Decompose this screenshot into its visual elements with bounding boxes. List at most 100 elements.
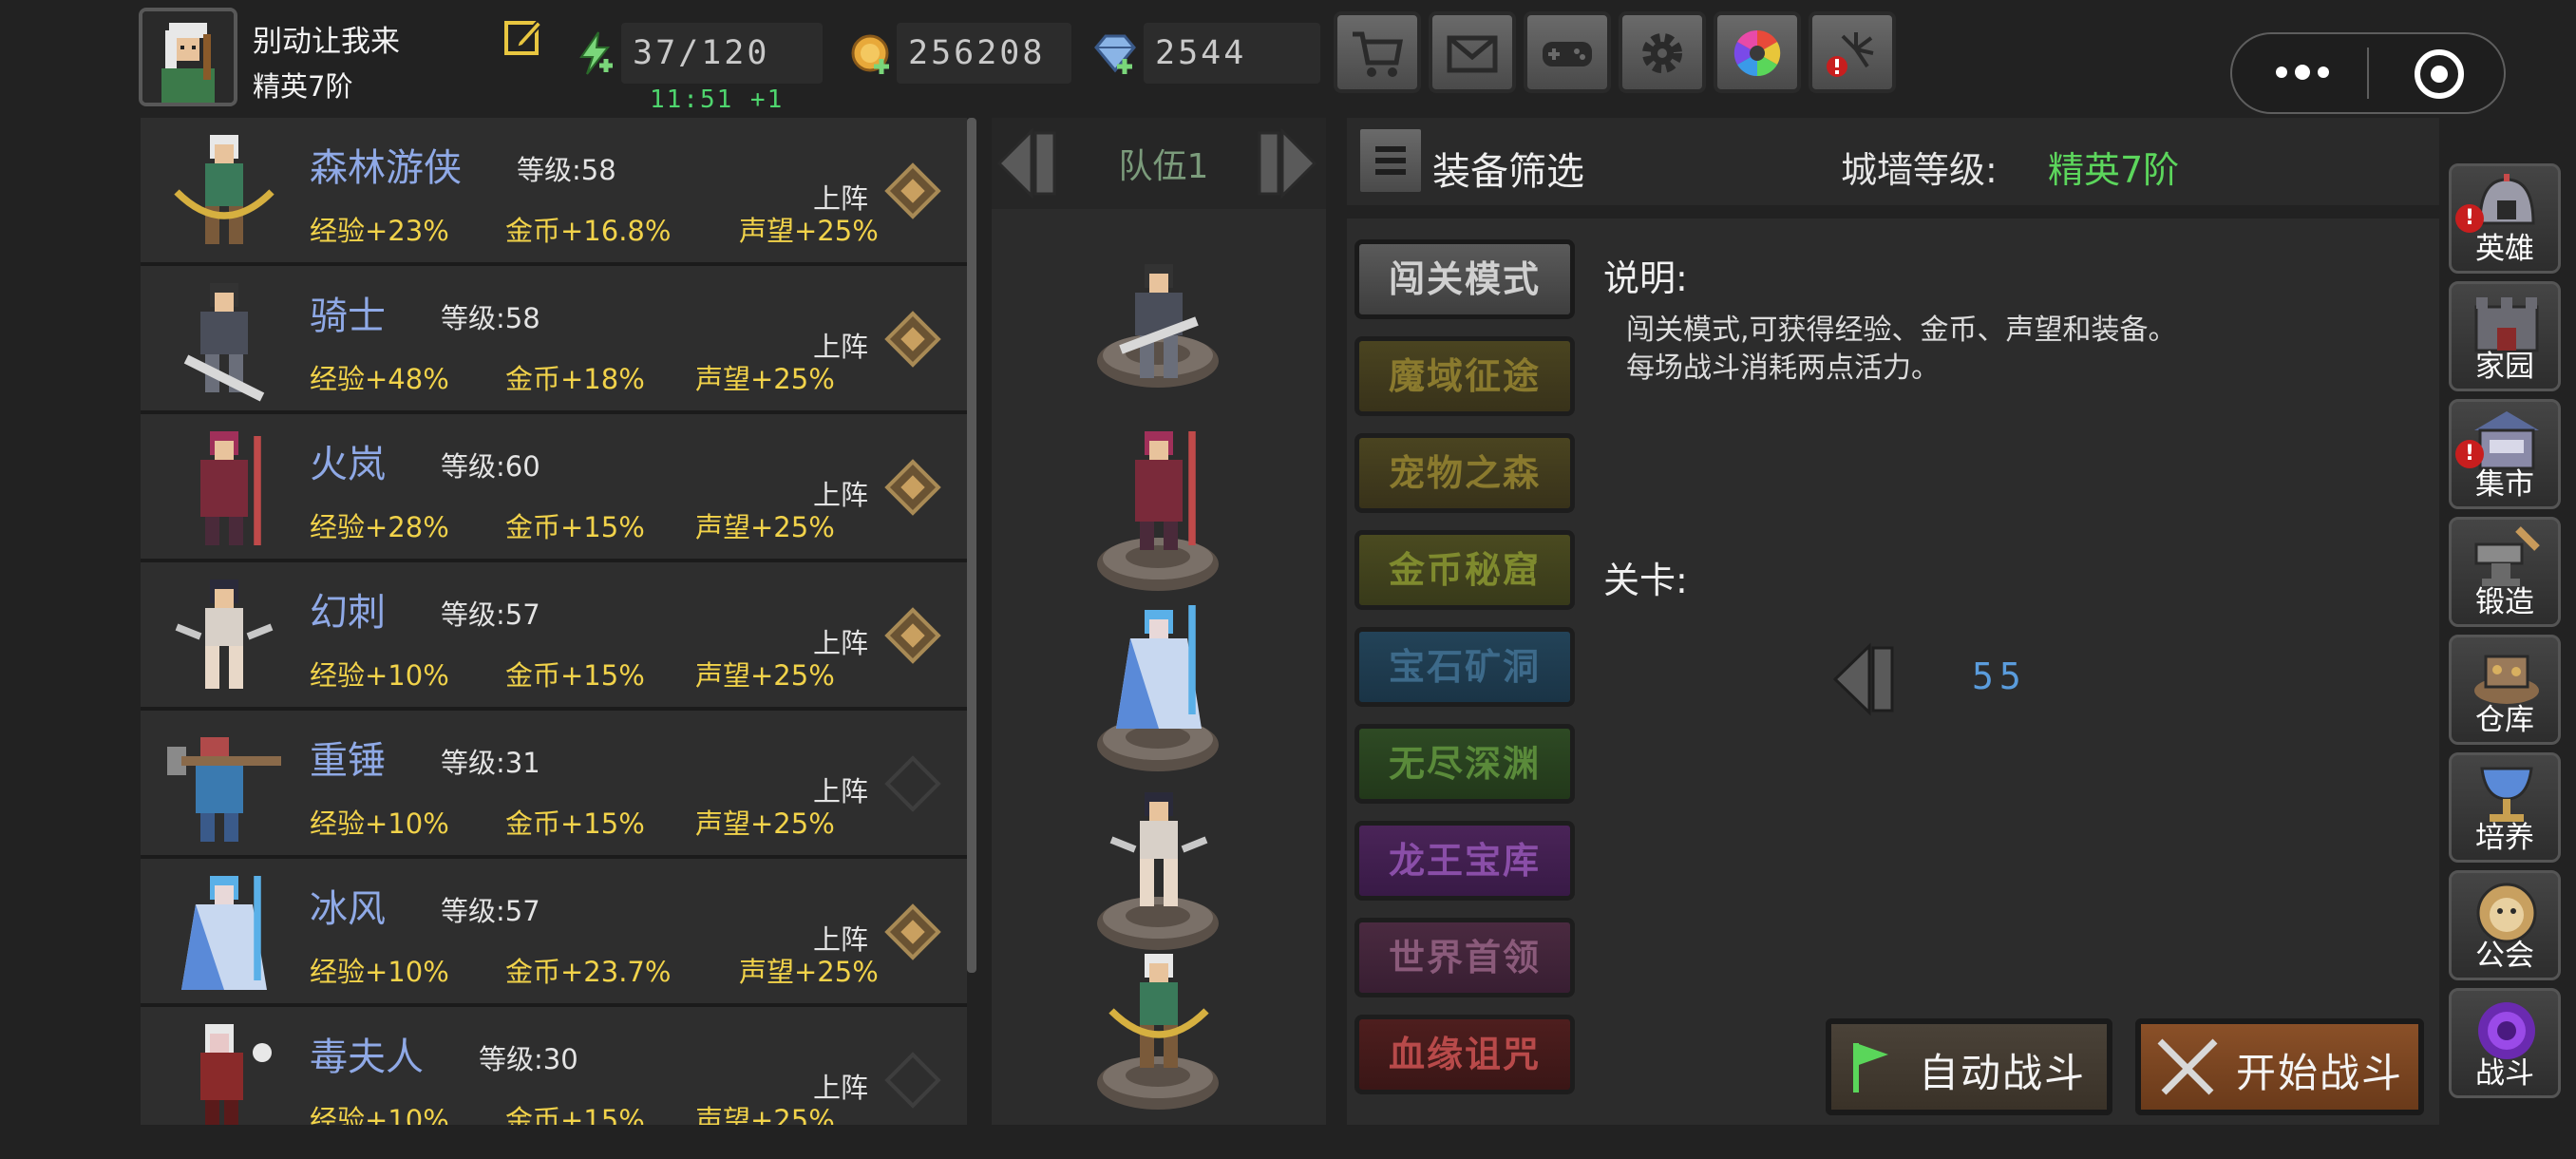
mode-button-stage[interactable]: 闯关模式	[1354, 239, 1575, 319]
more-icon[interactable]	[2270, 63, 2337, 82]
edit-name-icon[interactable]	[503, 17, 543, 57]
hero-row[interactable]: 森林游侠 等级:58 经验+23% 金币+16.8% 声望+25% 上阵	[141, 118, 967, 262]
prev-stage-arrow-icon[interactable]	[1829, 636, 1902, 722]
sidebar-item-home[interactable]: 家园	[2449, 281, 2561, 391]
fireworks-icon	[1827, 32, 1874, 77]
hero-sprite	[174, 135, 275, 244]
deploy-toggle[interactable]	[884, 459, 941, 516]
hero-gold-bonus: 金币+16.8%	[505, 215, 672, 247]
sidebar-item-market[interactable]: ! 集市	[2449, 399, 2561, 509]
hero-name: 重锤	[310, 739, 386, 783]
mode-button-pet-forest[interactable]: 宠物之森	[1354, 433, 1575, 513]
hero-deploy-label: 上阵	[813, 479, 869, 511]
hero-exp-bonus: 经验+23%	[310, 215, 449, 247]
hero-level: 等级:31	[441, 747, 540, 779]
hero-deploy-label: 上阵	[813, 1072, 869, 1104]
mail-button[interactable]	[1429, 11, 1516, 93]
gamepad-button[interactable]	[1524, 11, 1611, 93]
hero-sprite	[167, 737, 281, 842]
events-button[interactable]	[1809, 11, 1896, 93]
crossed-swords-icon	[2157, 1038, 2218, 1095]
next-team-arrow-icon[interactable]	[1250, 124, 1320, 203]
capsule-divider	[2367, 48, 2369, 99]
mail-icon	[1447, 35, 1498, 73]
hero-row[interactable]: 骑士 等级:58 经验+48% 金币+18% 声望+25% 上阵	[141, 266, 967, 410]
hero-name: 森林游侠	[310, 146, 462, 190]
sidebar-item-heroes[interactable]: ! 英雄	[2449, 163, 2561, 274]
hero-sprite	[175, 580, 274, 689]
team-name: 队伍1	[1118, 147, 1209, 186]
deploy-toggle[interactable]	[884, 311, 941, 368]
hero-name: 骑士	[310, 294, 386, 338]
cart-icon	[1353, 31, 1403, 77]
hero-deploy-label: 上阵	[813, 775, 869, 808]
hero-row[interactable]: 冰风 等级:57 经验+10% 金币+23.7% 声望+25% 上阵	[141, 859, 967, 1003]
hero-row[interactable]: 毒夫人 等级:30 经验+10% 金币+15% 声望+25% 上阵	[141, 1007, 967, 1125]
auto-battle-button[interactable]: 自动战斗	[1826, 1018, 2112, 1115]
hero-name: 冰风	[310, 887, 386, 931]
settings-button[interactable]	[1619, 11, 1706, 93]
sidebar-item-warehouse[interactable]: 仓库	[2449, 635, 2561, 745]
shop-button[interactable]	[1334, 11, 1421, 93]
sidebar-label: 培养	[2475, 821, 2534, 855]
equipment-filter-label[interactable]: 装备筛选	[1432, 141, 1584, 196]
hero-level: 等级:57	[441, 895, 540, 927]
mode-button-gold-cave[interactable]: 金币秘窟	[1354, 530, 1575, 610]
hero-exp-bonus: 经验+10%	[310, 1104, 449, 1125]
hero-deploy-label: 上阵	[813, 923, 869, 956]
hero-row[interactable]: 重锤 等级:31 经验+10% 金币+15% 声望+25% 上阵	[141, 711, 967, 855]
hero-level: 等级:30	[479, 1043, 578, 1075]
knight-sprite	[1119, 264, 1199, 378]
gold-coin-icon	[849, 30, 895, 76]
wall-level-label: 城墙等级:	[1841, 149, 1998, 191]
hero-deploy-label: 上阵	[813, 331, 869, 363]
hero-list-scrollbar[interactable]	[967, 118, 976, 973]
sidebar-item-battle[interactable]: 战斗	[2449, 988, 2561, 1098]
hero-sprite	[200, 1024, 272, 1125]
close-target-icon[interactable]	[2413, 48, 2466, 101]
mode-button-demon-realm[interactable]: 魔域征途	[1354, 336, 1575, 416]
deploy-toggle[interactable]	[884, 755, 941, 812]
deploy-toggle[interactable]	[884, 607, 941, 664]
lightning-icon	[572, 30, 617, 76]
hero-gold-bonus: 金币+15%	[505, 511, 645, 543]
sidebar-item-forge[interactable]: 锻造	[2449, 517, 2561, 627]
description-heading: 说明:	[1603, 257, 1688, 299]
mode-button-endless-abyss[interactable]: 无尽深渊	[1354, 724, 1575, 804]
sidebar-item-training[interactable]: 培养	[2449, 752, 2561, 863]
green-flag-icon	[1853, 1043, 1888, 1092]
hero-sprite	[183, 283, 265, 402]
sidebar-item-guild[interactable]: 公会	[2449, 870, 2561, 980]
mode-button-world-boss[interactable]: 世界首领	[1354, 918, 1575, 998]
assassin-sprite	[1109, 792, 1208, 906]
deploy-toggle[interactable]	[884, 903, 941, 960]
wall-level-value: 精英7阶	[2048, 149, 2180, 191]
gamepad-icon	[1543, 42, 1592, 66]
hero-list[interactable]: 森林游侠 等级:58 经验+23% 金币+16.8% 声望+25% 上阵 骑士 …	[141, 118, 967, 1125]
hero-row[interactable]: 幻刺 等级:57 经验+10% 金币+15% 声望+25% 上阵	[141, 562, 967, 707]
ice-mage-sprite	[1116, 605, 1202, 729]
sidebar-label: 战斗	[2475, 1056, 2534, 1091]
aperture-icon	[1733, 29, 1781, 77]
auto-battle-label: 自动战斗	[1919, 1050, 2087, 1096]
mode-button-blood-curse[interactable]: 血缘诅咒	[1354, 1015, 1575, 1094]
deploy-toggle[interactable]	[884, 162, 941, 219]
prev-team-arrow-icon[interactable]	[994, 124, 1064, 203]
start-battle-button[interactable]: 开始战斗	[2135, 1018, 2424, 1115]
mode-button-dragon-vault[interactable]: 龙王宝库	[1354, 821, 1575, 901]
deploy-toggle[interactable]	[884, 1052, 941, 1109]
sidebar-label: 公会	[2475, 939, 2534, 973]
filter-menu-button[interactable]	[1356, 125, 1425, 196]
stamina-timer: 11:51 +1	[650, 86, 785, 114]
hero-row[interactable]: 火岚 等级:60 经验+28% 金币+15% 声望+25% 上阵	[141, 414, 967, 559]
hero-deploy-label: 上阵	[813, 627, 869, 659]
hero-exp-bonus: 经验+10%	[310, 808, 449, 840]
mode-button-gem-mine[interactable]: 宝石矿洞	[1354, 627, 1575, 707]
miniprogram-capsule	[2230, 32, 2506, 114]
stage-number: 55	[1972, 656, 2027, 697]
hero-name: 火岚	[310, 443, 386, 486]
player-avatar[interactable]	[139, 8, 237, 106]
sidebar-label: 英雄	[2475, 232, 2534, 266]
gallery-button[interactable]	[1714, 11, 1801, 93]
hero-sprite	[200, 431, 261, 545]
